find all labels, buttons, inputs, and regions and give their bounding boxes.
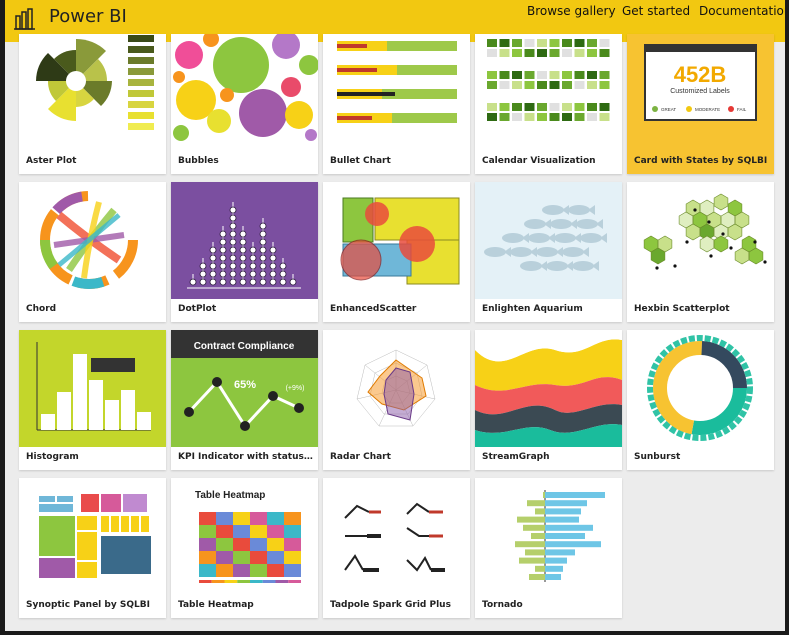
- nav-get-started[interactable]: Get started: [622, 4, 690, 18]
- card-with-states-thumbnail: 452B Customized Labels GREAT MODERATE FA…: [644, 44, 757, 121]
- visual-card-card-with-states[interactable]: 452B Customized Labels GREAT MODERATE FA…: [627, 34, 774, 174]
- legend-great: GREAT: [661, 107, 676, 112]
- visual-card-radar-chart[interactable]: Radar Chart: [323, 330, 470, 470]
- dotplot-thumbnail: [171, 182, 318, 299]
- visual-card-tornado[interactable]: Tornado: [475, 478, 622, 618]
- visual-card-sunburst[interactable]: Sunburst: [627, 330, 774, 470]
- heatmap-thumb-title: Table Heatmap: [195, 490, 265, 501]
- bullet-chart-thumbnail: [337, 41, 457, 123]
- visual-card-calendar-visualization[interactable]: Calendar Visualization: [475, 34, 622, 174]
- visual-card-label: Hexbin Scatterplot: [634, 304, 730, 314]
- sunburst-thumbnail: [647, 335, 753, 441]
- histogram-thumbnail: [19, 330, 166, 447]
- visual-card-label: Aster Plot: [26, 156, 77, 166]
- tadpole-spark-grid-thumbnail: [344, 502, 445, 572]
- legend-moderate: MODERATE: [695, 107, 720, 112]
- visual-card-label: Calendar Visualization: [482, 156, 596, 166]
- kpi-thumb-value: 65%: [234, 379, 256, 391]
- visual-card-streamgraph[interactable]: StreamGraph: [475, 330, 622, 470]
- visual-card-label: Tadpole Spark Grid Plus: [330, 600, 451, 610]
- visual-card-synoptic-panel[interactable]: Synoptic Panel by SQLBI: [19, 478, 166, 618]
- visual-card-label: Sunburst: [634, 452, 681, 462]
- visual-card-bullet-chart[interactable]: Bullet Chart: [323, 34, 470, 174]
- visual-card-label: Bullet Chart: [330, 156, 391, 166]
- visual-card-enlighten-aquarium[interactable]: Enlighten Aquarium: [475, 182, 622, 322]
- tornado-thumbnail: [515, 490, 605, 582]
- visual-card-label: Card with States by SQLBI: [634, 156, 768, 166]
- visual-card-tadpole-spark-grid[interactable]: Tadpole Spark Grid Plus: [323, 478, 470, 618]
- synoptic-panel-thumbnail: [39, 494, 151, 578]
- aster-plot-thumbnail: [36, 35, 154, 130]
- visual-card-label: KPI Indicator with status, de...: [178, 452, 314, 462]
- visual-card-kpi-indicator[interactable]: Contract Compliance 65% (+9%) KPI Indica…: [171, 330, 318, 470]
- enhanced-scatter-thumbnail: [340, 197, 460, 285]
- app-title: Power BI: [49, 6, 127, 27]
- nav-documentation[interactable]: Documentation: [699, 4, 785, 18]
- table-heatmap-thumbnail: Table Heatmap: [195, 490, 301, 583]
- visual-card-label: Chord: [26, 304, 57, 314]
- hexbin-scatterplot-thumbnail: [643, 193, 767, 270]
- visual-card-dotplot[interactable]: DotPlot: [171, 182, 318, 322]
- card-thumb-caption: Customized Labels: [670, 88, 730, 95]
- kpi-thumb-title: Contract Compliance: [194, 341, 295, 352]
- chord-thumbnail: [40, 191, 138, 289]
- radar-chart-thumbnail: [356, 349, 436, 427]
- visual-card-label: Tornado: [482, 600, 523, 610]
- kpi-thumb-delta: (+9%): [286, 385, 305, 392]
- calendar-visualization-thumbnail: [487, 39, 610, 121]
- power-bi-logo-icon[interactable]: [13, 8, 37, 32]
- enlighten-aquarium-thumbnail: [475, 182, 622, 299]
- visual-card-label: EnhancedScatter: [330, 304, 417, 314]
- bubbles-thumbnail: [173, 34, 318, 141]
- visual-card-label: Bubbles: [178, 156, 219, 166]
- legend-fail: FAIL: [737, 107, 747, 112]
- visual-card-histogram[interactable]: Histogram: [19, 330, 166, 470]
- streamgraph-thumbnail: [475, 330, 622, 447]
- visual-card-bubbles[interactable]: Bubbles: [171, 34, 318, 174]
- visual-card-label: Table Heatmap: [178, 600, 254, 610]
- app-window: Power BI Browse gallery Get started Docu…: [5, 0, 785, 631]
- visual-card-label: Radar Chart: [330, 452, 391, 462]
- visual-card-label: Histogram: [26, 452, 79, 462]
- visual-card-label: StreamGraph: [482, 452, 550, 462]
- visual-card-hexbin-scatterplot[interactable]: Hexbin Scatterplot: [627, 182, 774, 322]
- card-thumb-value: 452B: [674, 62, 727, 87]
- visual-card-label: DotPlot: [178, 304, 217, 314]
- visual-card-label: Enlighten Aquarium: [482, 304, 583, 314]
- visual-card-chord[interactable]: Chord: [19, 182, 166, 322]
- kpi-indicator-thumbnail: Contract Compliance 65% (+9%): [171, 330, 318, 447]
- visual-card-label: Synoptic Panel by SQLBI: [26, 600, 150, 610]
- nav-browse-gallery[interactable]: Browse gallery: [527, 4, 616, 18]
- visual-card-aster-plot[interactable]: Aster Plot: [19, 34, 166, 174]
- visual-card-enhanced-scatter[interactable]: EnhancedScatter: [323, 182, 470, 322]
- visual-card-table-heatmap[interactable]: Table Heatmap Table Heatmap: [171, 478, 318, 618]
